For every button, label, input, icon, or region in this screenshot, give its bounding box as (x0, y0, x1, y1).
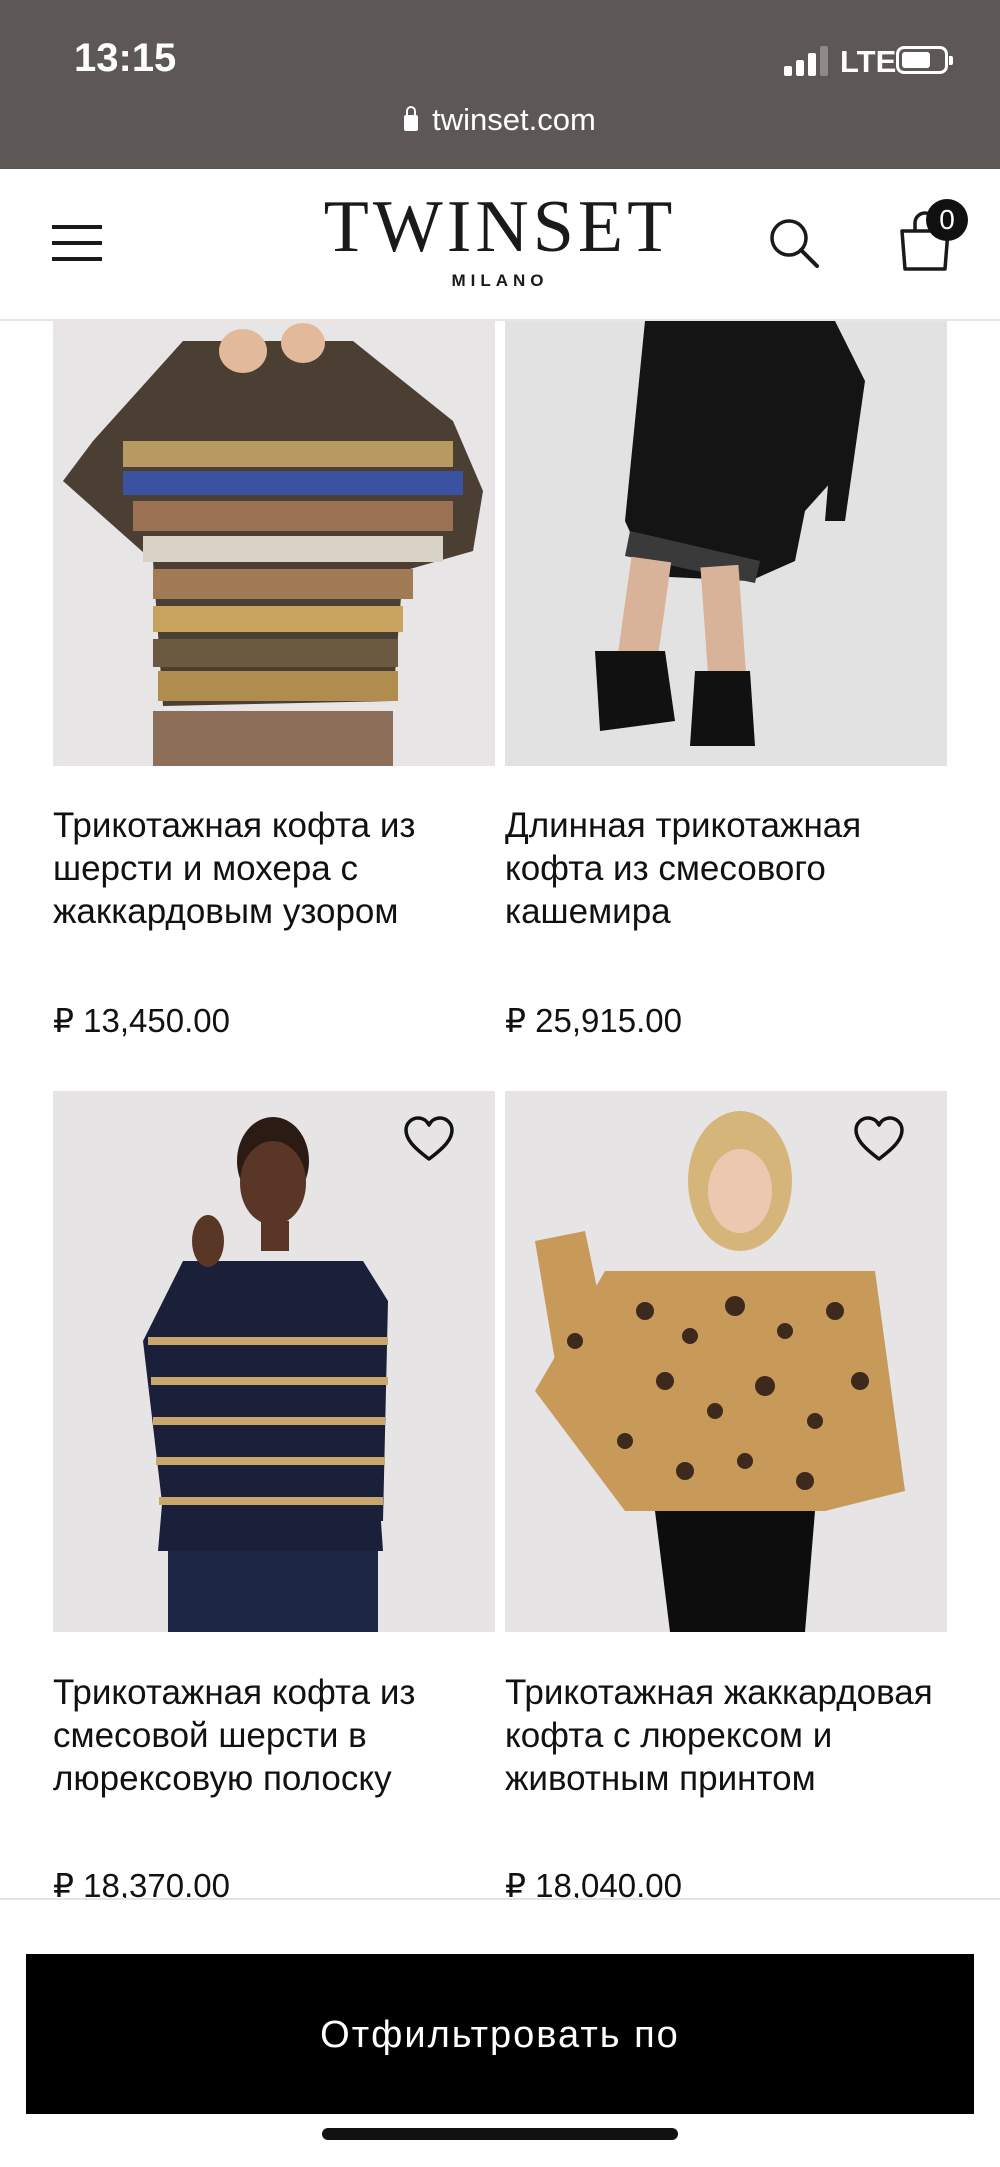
browser-top-bar: 13:15 LTE twinset.com (0, 0, 1000, 169)
search-icon[interactable] (768, 217, 820, 269)
product-image[interactable] (53, 321, 495, 766)
status-time: 13:15 (74, 36, 177, 80)
menu-icon[interactable] (52, 225, 102, 261)
product-price: ₽ 18,370.00 (53, 1867, 230, 1900)
product-card[interactable]: Трикотажная жаккардовая кофта с люрексом… (505, 1091, 947, 1811)
product-price: ₽ 25,915.00 (505, 1002, 682, 1039)
filter-bar: Отфильтровать по (0, 1898, 1000, 2167)
product-card[interactable]: Трикотажная кофта из шерсти и мохера с ж… (53, 321, 495, 931)
network-type: LTE (840, 44, 897, 79)
brand-name: TWINSET (323, 186, 677, 268)
product-price: ₽ 13,450.00 (53, 1002, 230, 1039)
brand-subtitle: MILANO (451, 271, 549, 290)
url-text: twinset.com (432, 102, 596, 137)
signal-icon (784, 44, 828, 76)
product-price: ₽ 18,040.00 (505, 1867, 682, 1900)
lock-icon (404, 106, 419, 131)
product-image[interactable] (505, 321, 947, 766)
product-image[interactable] (53, 1091, 495, 1632)
cart-count-badge: 0 (926, 199, 968, 241)
site-header: TWINSET MILANO 0 (0, 169, 1000, 321)
product-title[interactable]: Трикотажная жаккардовая кофта с люрексом… (505, 1671, 947, 1800)
product-image[interactable] (505, 1091, 947, 1632)
product-title[interactable]: Длинная трикотажная кофта из смесового к… (505, 804, 947, 933)
product-title[interactable]: Трикотажная кофта из шерсти и мохера с ж… (53, 804, 495, 933)
wishlist-heart-icon[interactable] (853, 1115, 905, 1163)
wishlist-heart-icon[interactable] (403, 1115, 455, 1163)
brand-logo[interactable]: TWINSET MILANO (310, 187, 690, 291)
product-grid: Трикотажная кофта из шерсти и мохера с ж… (0, 321, 1000, 1900)
filter-button[interactable]: Отфильтровать по (26, 1954, 974, 2114)
product-card[interactable]: Трикотажная кофта из смесовой шерсти в л… (53, 1091, 495, 1811)
address-bar[interactable]: twinset.com (0, 102, 1000, 138)
home-indicator[interactable] (322, 2128, 678, 2140)
product-title[interactable]: Трикотажная кофта из смесовой шерсти в л… (53, 1671, 495, 1800)
product-card[interactable]: Длинная трикотажная кофта из смесового к… (505, 321, 947, 931)
battery-icon (896, 46, 953, 74)
